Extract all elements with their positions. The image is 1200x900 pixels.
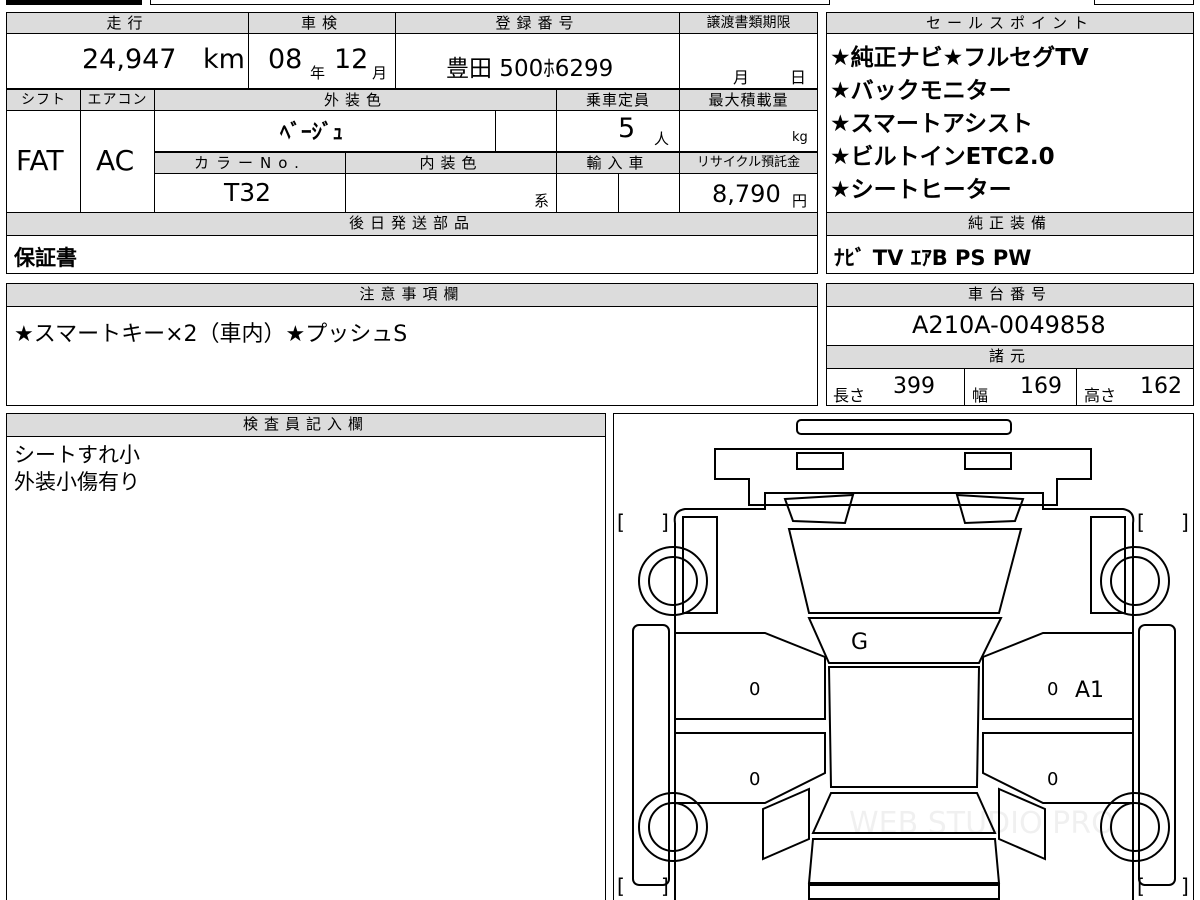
bracket-rear-left-open: [ xyxy=(617,874,625,898)
inspector-notes-list: シートすれ小 外装小傷有り xyxy=(14,442,140,496)
mark-right-front-door: 0 xyxy=(1047,679,1058,700)
front-end-outline xyxy=(714,448,1092,506)
car-diagram: [ ] [ ] [ ] [ ] G 0 0 0 0 A1 WEB STUDIO … xyxy=(617,419,1189,900)
later-parts-value: 保証書 xyxy=(14,246,77,270)
inspection-year: 08 xyxy=(268,44,303,75)
bracket-rear-left-close: ] xyxy=(661,874,669,898)
grille-left xyxy=(783,493,855,525)
inspection-month: 12 xyxy=(334,44,369,75)
sales-point-item: ★バックモニター xyxy=(830,78,1012,104)
mileage-value: 24,947 xyxy=(82,44,177,75)
interior-suffix: 系 xyxy=(534,192,550,210)
sales-point-item: ★純正ナビ★フルセグTV xyxy=(830,45,1089,71)
height-value: 162 xyxy=(1140,374,1182,399)
later-parts-header: 後日発送部品 xyxy=(6,212,818,236)
left-sill xyxy=(632,624,670,886)
aircon-header: エアコン xyxy=(80,89,155,111)
color-no-value: T32 xyxy=(224,178,272,207)
registration-header: 登録番号 xyxy=(395,12,680,34)
recycle-fee-unit: 円 xyxy=(792,192,808,210)
recycle-fee-header: リサイクル預託金 xyxy=(679,152,818,174)
factory-equipment-value: ﾅﾋﾞ TV ｴｱB PS PW xyxy=(834,246,1032,270)
bracket-rear-right-open: [ xyxy=(1137,874,1145,898)
bracket-front-right-close: ] xyxy=(1181,510,1189,534)
mark-windshield: G xyxy=(851,630,868,655)
right-front-door-outline xyxy=(982,632,1134,720)
mark-left-front-door: 0 xyxy=(749,679,760,700)
bracket-front-left-open: [ xyxy=(617,510,625,534)
wheel-rear-right-inner xyxy=(1110,802,1160,852)
inspection-month-unit: 月 xyxy=(372,64,388,82)
grille-right xyxy=(955,493,1025,525)
max-load-header: 最大積載量 xyxy=(679,89,818,111)
wheel-front-left-inner xyxy=(648,556,698,606)
interior-color-header: 内装色 xyxy=(345,152,557,174)
length-value: 399 xyxy=(893,374,935,399)
capacity-header: 乗車定員 xyxy=(556,89,680,111)
headlight-right xyxy=(964,452,1012,470)
watermark: WEB STUDIO PRO xyxy=(849,806,1115,841)
right-sill xyxy=(1138,624,1176,886)
front-bumper-outline xyxy=(796,419,1012,435)
tailgate-outline xyxy=(807,838,1001,884)
mark-left-rear-door: 0 xyxy=(749,769,760,790)
capacity-value: 5 xyxy=(618,113,636,144)
top-strip xyxy=(0,0,1200,6)
capacity-unit: 人 xyxy=(654,130,670,148)
rear-bumper-outline xyxy=(808,884,1000,900)
inspector-note-item: シートすれ小 xyxy=(14,443,140,467)
transfer-deadline-header: 譲渡書類期限 xyxy=(679,12,818,34)
wheel-rear-left-inner xyxy=(648,802,698,852)
height-label: 高さ xyxy=(1084,386,1117,405)
length-label: 長さ xyxy=(833,386,866,405)
shift-value: FAT xyxy=(16,144,64,177)
sales-point-item: ★ビルトインETC2.0 xyxy=(830,144,1055,170)
wheel-front-right-inner xyxy=(1110,556,1160,606)
imported-cell-a xyxy=(556,173,619,213)
width-value: 169 xyxy=(1020,374,1062,399)
inspector-note-item: 外装小傷有り xyxy=(14,470,140,494)
mileage-header: 走行 xyxy=(6,12,249,34)
max-load-unit: kg xyxy=(792,130,808,145)
mark-right-rear-door: 0 xyxy=(1047,769,1058,790)
color-no-header: カラーNo. xyxy=(154,152,346,174)
registration-value: 豊田 500ﾎ6299 xyxy=(446,56,614,82)
specs-header: 諸元 xyxy=(826,345,1194,369)
sales-points-list: ★純正ナビ★フルセグTV ★バックモニター ★スマートアシスト ★ビルトインET… xyxy=(830,42,1190,207)
mark-right-front-door-damage: A1 xyxy=(1075,678,1104,703)
aircon-value: AC xyxy=(96,144,135,177)
exterior-color-extra-cell xyxy=(495,110,557,152)
notes-header: 注意事項欄 xyxy=(6,283,818,307)
mileage-unit: km xyxy=(203,44,245,75)
sales-point-item: ★シートヒーター xyxy=(830,177,1012,203)
sales-points-header: セールスポイント xyxy=(826,12,1194,34)
hood-outline xyxy=(787,528,1023,614)
transfer-month-unit: 月 xyxy=(733,68,750,87)
notes-value: ★スマートキー×2（車内）★プッシュS xyxy=(14,322,408,347)
roof-outline xyxy=(827,666,981,788)
left-front-door-outline xyxy=(674,632,826,720)
bracket-rear-right-close: ] xyxy=(1181,874,1189,898)
inspection-header: 車検 xyxy=(248,12,396,34)
inspection-year-unit: 年 xyxy=(310,64,326,82)
headlight-left xyxy=(796,452,844,470)
bracket-front-right-open: [ xyxy=(1137,510,1145,534)
inspector-notes-header: 検査員記入欄 xyxy=(6,413,606,437)
chassis-no-value: A210A-0049858 xyxy=(912,311,1106,339)
exterior-color-header: 外装色 xyxy=(154,89,557,111)
windshield-outline xyxy=(807,617,1003,664)
exterior-color-value: ﾍﾞｰｼﾞｭ xyxy=(280,120,343,144)
sales-point-item: ★スマートアシスト xyxy=(830,111,1034,137)
factory-equipment-header: 純正装備 xyxy=(826,212,1194,236)
recycle-fee-value: 8,790 xyxy=(712,180,781,208)
interior-color-cell xyxy=(345,173,557,213)
imported-cell-b xyxy=(618,173,680,213)
chassis-no-header: 車台番号 xyxy=(826,283,1194,307)
bracket-front-left-close: ] xyxy=(661,510,669,534)
shift-header: シフト xyxy=(6,89,81,111)
width-label: 幅 xyxy=(972,386,989,405)
transfer-day-unit: 日 xyxy=(790,68,807,87)
imported-header: 輸入車 xyxy=(556,152,680,174)
